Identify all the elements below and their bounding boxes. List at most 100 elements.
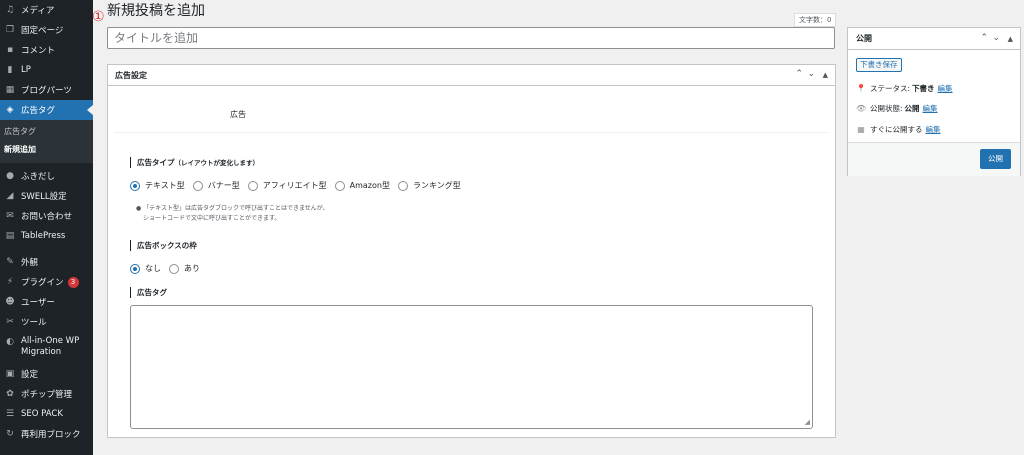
frame-none[interactable]: なし	[130, 263, 161, 274]
word-count: 文字数：0	[794, 13, 837, 27]
sidebar-item-label: 広告タグ	[21, 106, 56, 116]
sidebar-item-label: メディア	[21, 6, 55, 16]
sidebar-item-pages[interactable]: ❐ 固定ページ	[0, 20, 93, 40]
ad-type-amazon[interactable]: Amazon型	[334, 180, 390, 191]
status-row: 📍 ステータス: 下書き 編集	[856, 83, 953, 94]
sidebar-item-media[interactable]: ♫ メディア	[0, 0, 93, 20]
status-label: ステータス:	[870, 84, 911, 93]
radio-label: アフィリエイト型	[262, 181, 327, 190]
sidebar-item-plugins[interactable]: ⚡ プラグイン 3	[0, 272, 93, 292]
edit-status-link[interactable]: 編集	[938, 83, 953, 94]
radio-selected-icon[interactable]	[130, 263, 140, 274]
swell-icon: ◢	[6, 191, 14, 201]
sidebar-item-label: ツール	[21, 318, 47, 328]
ad-type-text[interactable]: テキスト型	[130, 180, 185, 191]
ad-tag-textarea[interactable]: ◢	[130, 305, 813, 429]
table-icon: ▤	[5, 231, 15, 241]
plugin-icon: ⚡	[6, 277, 14, 287]
sidebar-item-label: All-in-One WP Migration	[21, 336, 80, 357]
collapse-toggle-icon[interactable]: ▲	[1008, 35, 1013, 43]
ad-type-radios: テキスト型 バナー型 アフィリエイト型 Amazon型 ランキング型	[130, 180, 469, 191]
sidebar-item-label: TablePress	[21, 231, 66, 241]
appearance-icon: ✎	[6, 257, 14, 267]
edit-schedule-link[interactable]: 編集	[926, 124, 941, 135]
sidebar-item-label: コメント	[21, 46, 56, 56]
radio-label: テキスト型	[145, 181, 185, 190]
submenu-item-add-new[interactable]: 新規追加	[0, 141, 93, 159]
radio-icon[interactable]	[169, 263, 179, 274]
sidebar-item-balloon[interactable]: ● ふきだし	[0, 166, 93, 186]
radio-icon[interactable]	[247, 180, 258, 191]
sidebar-item-appearance[interactable]: ✎ 外観	[0, 252, 93, 272]
collapse-toggle-icon[interactable]: ▲	[823, 71, 828, 79]
sidebar-item-settings[interactable]: ▣ 設定	[0, 364, 93, 384]
frame-yes[interactable]: あり	[169, 263, 200, 274]
sidebar-item-label: お問い合わせ	[21, 212, 73, 222]
sidebar-item-swell[interactable]: ◢ SWELL設定	[0, 186, 93, 206]
note-line-1-text: 「テキスト型」は広告タグブロックで呼び出すことはできませんが、	[143, 205, 329, 212]
radio-label: あり	[184, 264, 200, 273]
ad-type-label: 広告タイプ（レイアウトが変化します）	[130, 157, 259, 168]
admin-sidebar: ♫ メディア ❐ 固定ページ ▪ コメント ▮ LP ▦ ブログパーツ ◈ 広告タグ 広告タ…	[0, 0, 93, 455]
resize-handle-icon[interactable]: ◢	[805, 418, 810, 426]
pages-icon: ❐	[5, 25, 15, 35]
ad-type-affiliate[interactable]: アフィリエイト型	[247, 180, 327, 191]
publish-footer: 公開	[848, 142, 1020, 176]
move-up-icon[interactable]: ⌃	[980, 33, 988, 43]
mail-icon: ✉	[6, 211, 14, 221]
sidebar-item-comments[interactable]: ▪ コメント	[0, 40, 93, 60]
balloon-icon: ●	[6, 171, 14, 181]
sidebar-item-reusable-blocks[interactable]: ↻ 再利用ブロック	[0, 424, 93, 444]
visibility-row: 👁 公開状態: 公開 編集	[856, 103, 938, 114]
sidebar-item-seo-pack[interactable]: ☰ SEO PACK	[0, 404, 93, 424]
ad-type-note-text: ● 「テキスト型」は広告タグブロックで呼び出すことはできませんが、 ショートコー…	[136, 204, 329, 224]
ad-type-title: 広告タイプ	[137, 158, 175, 167]
sidebar-item-ad-tag[interactable]: ◈ 広告タグ	[0, 100, 93, 120]
sidebar-item-pochipp[interactable]: ✿ ポチップ管理	[0, 384, 93, 404]
page-title: 新規投稿を追加	[107, 3, 205, 19]
sidebar-item-label: SWELL設定	[21, 192, 67, 202]
radio-icon[interactable]	[334, 180, 345, 191]
move-up-icon[interactable]: ⌃	[795, 69, 803, 79]
sidebar-item-migration[interactable]: ◐ All-in-One WP Migration	[0, 332, 93, 364]
publish-button[interactable]: 公開	[980, 149, 1011, 169]
radio-selected-icon[interactable]	[130, 180, 140, 191]
reusable-icon: ↻	[6, 429, 14, 439]
move-down-icon[interactable]: ⌄	[807, 69, 815, 79]
seo-icon: ☰	[5, 409, 15, 419]
divider	[114, 132, 829, 133]
sidebar-item-blog-parts[interactable]: ▦ ブログパーツ	[0, 80, 93, 100]
sidebar-item-label: ユーザー	[21, 298, 55, 308]
sidebar-item-users[interactable]: ☻ ユーザー	[0, 292, 93, 312]
status-value: 下書き	[912, 84, 935, 93]
sidebar-item-label: LP	[21, 65, 31, 75]
ad-tag-submenu: 広告タグ 新規追加	[0, 120, 93, 163]
schedule-label: すぐに公開する	[870, 125, 923, 134]
sidebar-item-label: 外観	[21, 258, 39, 268]
post-title-input[interactable]	[107, 27, 835, 49]
note-line-1: ● 「テキスト型」は広告タグブロックで呼び出すことはできませんが、	[136, 205, 329, 212]
sidebar-item-contact[interactable]: ✉ お問い合わせ	[0, 206, 93, 226]
radio-label: Amazon型	[349, 181, 390, 190]
visibility-value: 公開	[904, 104, 920, 113]
ad-frame-radios: なし あり	[130, 263, 208, 274]
sidebar-item-lp[interactable]: ▮ LP	[0, 60, 93, 80]
pochipp-icon: ✿	[6, 389, 14, 399]
ad-type-ranking[interactable]: ランキング型	[397, 180, 461, 191]
marker-1: ①	[92, 9, 105, 25]
publish-box: 公開 ⌃ ⌄ ▲ 下書き保存 📍 ステータス: 下書き 編集 👁 公開状態: 公…	[847, 27, 1021, 176]
submenu-item-ad-tags[interactable]: 広告タグ	[0, 123, 93, 141]
sidebar-item-label: 設定	[21, 370, 39, 380]
schedule-row: ▦ すぐに公開する 編集	[856, 124, 941, 135]
radio-icon[interactable]	[397, 180, 408, 191]
ad-type-banner[interactable]: バナー型	[192, 180, 240, 191]
sidebar-item-tools[interactable]: ✂ ツール	[0, 312, 93, 332]
sidebar-item-label: ポチップ管理	[21, 390, 73, 400]
save-draft-button[interactable]: 下書き保存	[856, 58, 902, 72]
move-down-icon[interactable]: ⌄	[992, 33, 1000, 43]
radio-icon[interactable]	[192, 180, 203, 191]
sidebar-item-tablepress[interactable]: ▤ TablePress	[0, 226, 93, 246]
edit-visibility-link[interactable]: 編集	[923, 103, 938, 114]
note-line-2: ショートコードで文中に呼び出すことができます。	[143, 215, 281, 222]
ad-frame-label: 広告ボックスの枠	[130, 240, 197, 251]
